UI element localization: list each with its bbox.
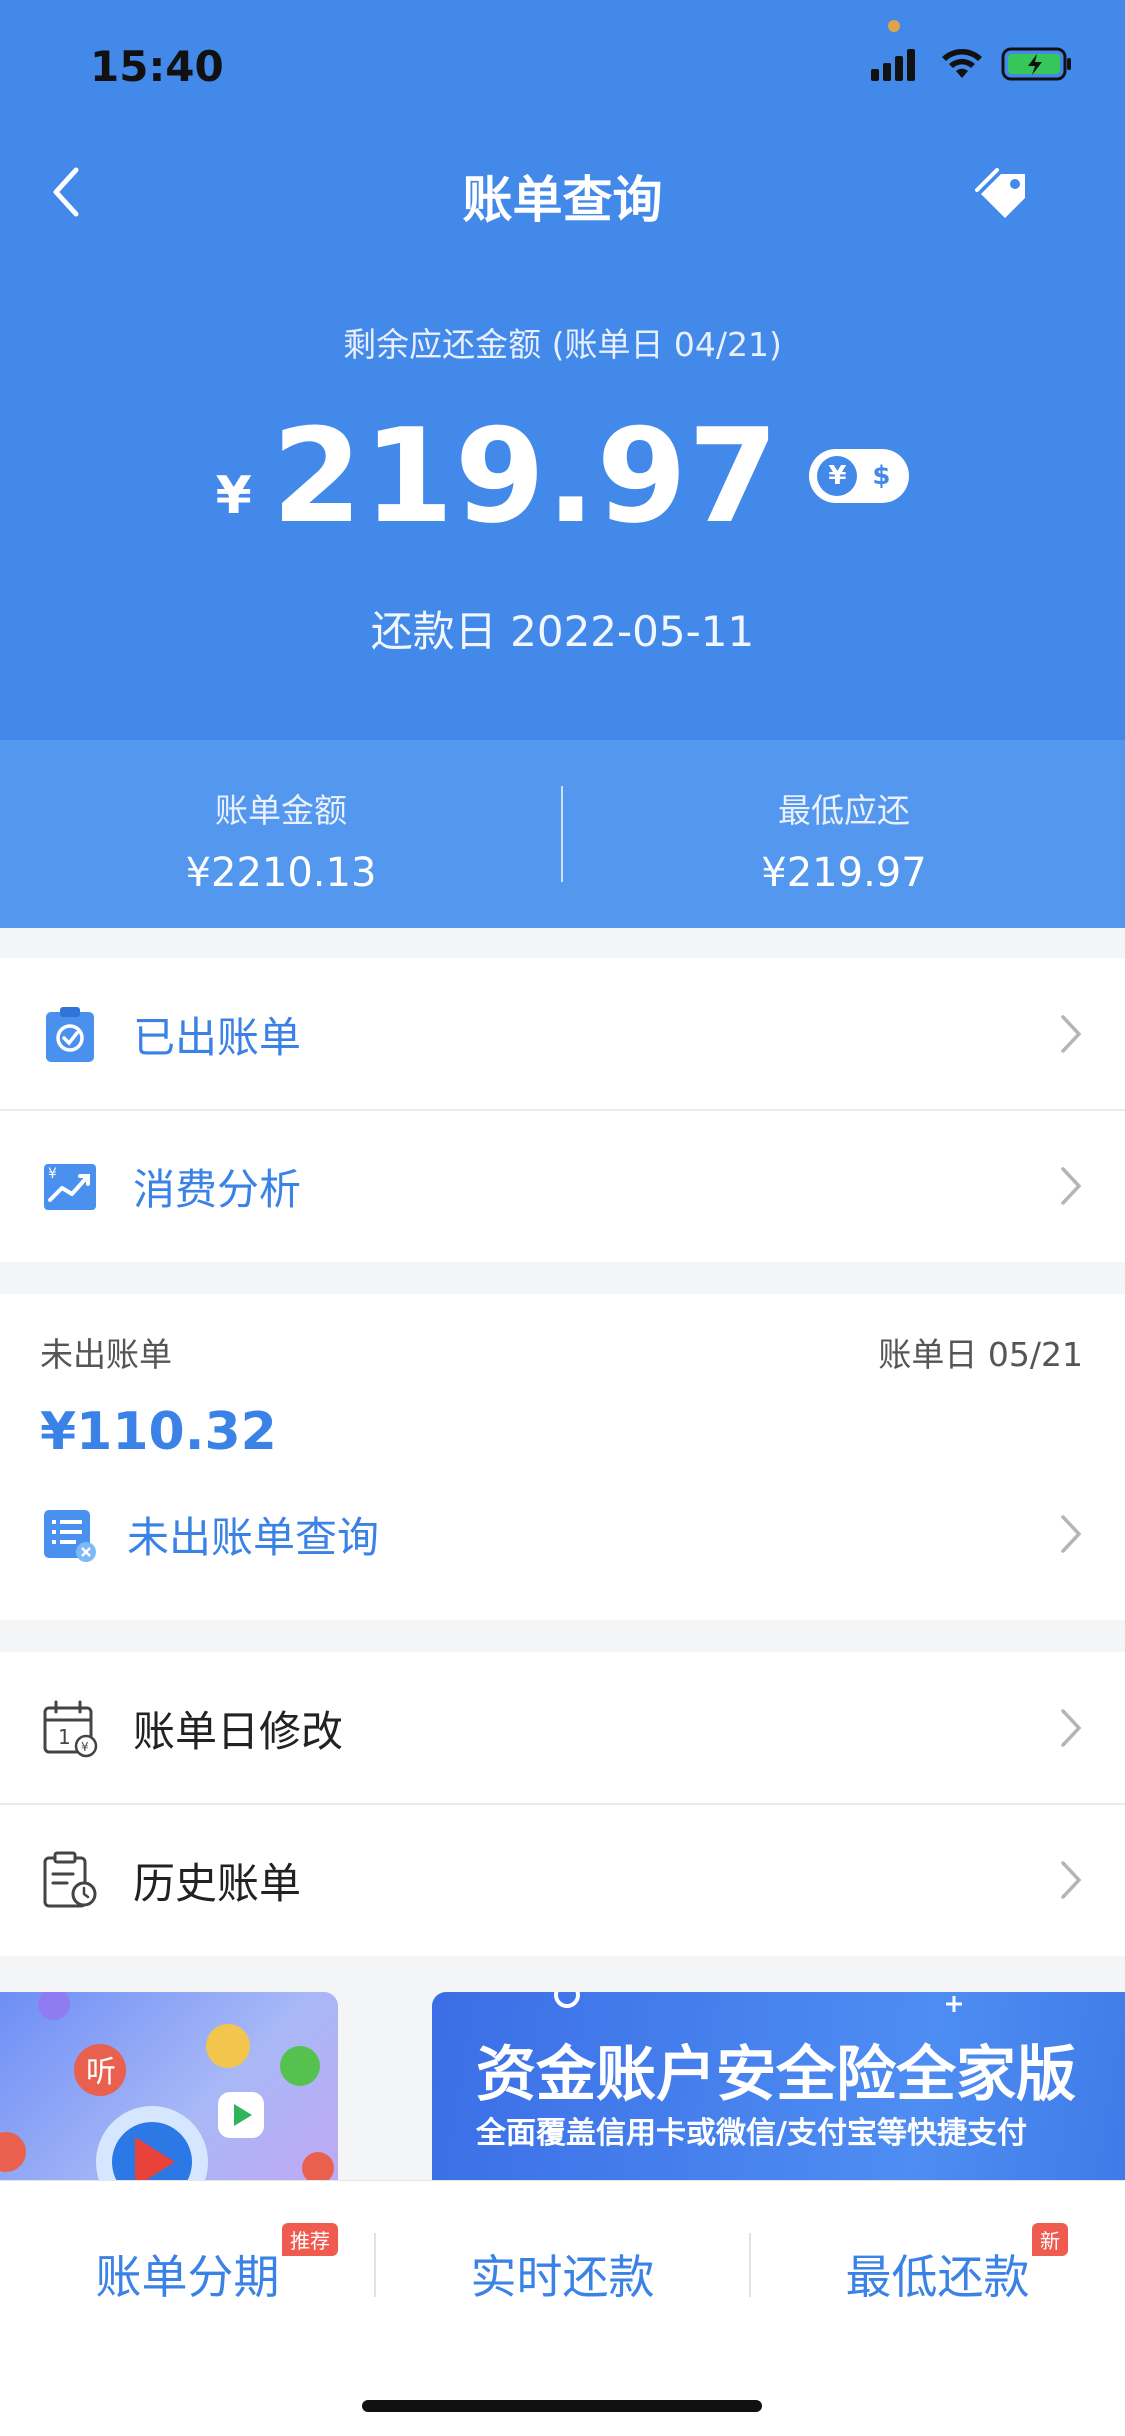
bottom-action-bar: 账单分期 推荐 实时还款 最低还款 新 (0, 2180, 1125, 2436)
app-icons-illustration: 听 (0, 1992, 334, 2182)
settings-menu-card: 1 ¥ 账单日修改 历史账单 (0, 1652, 1125, 1956)
menu-item-history[interactable]: 历史账单 (0, 1804, 1125, 1956)
svg-text:1: 1 (58, 1725, 71, 1749)
unbilled-date: 账单日 05/21 (878, 1335, 1083, 1374)
calendar-yen-icon: 1 ¥ (43, 1700, 98, 1758)
camera-dot (888, 20, 900, 32)
chevron-right-icon (1061, 1167, 1082, 1205)
svg-text:¥: ¥ (81, 1740, 89, 1754)
wifi-icon (942, 49, 982, 78)
chevron-right-icon (1061, 1515, 1082, 1553)
signal-icon (871, 49, 915, 81)
menu-item-label: 账单日修改 (133, 1706, 344, 1756)
menu-item-analysis[interactable]: ¥ 消费分析 (0, 1110, 1125, 1262)
unbilled-amount: ¥110.32 (40, 1402, 277, 1462)
status-icons (871, 46, 1073, 82)
bill-amount-label: 账单金额 (215, 791, 347, 830)
menu-item-label: 已出账单 (133, 1012, 302, 1062)
action-installment-label: 账单分期 (95, 2250, 280, 2304)
chevron-right-icon (1061, 1015, 1082, 1053)
due-date: 还款日 2022-05-11 (370, 607, 755, 656)
action-realtime-label: 实时还款 (470, 2250, 655, 2304)
min-payment-block: 最低应还 ¥219.97 (563, 740, 1125, 928)
menu-item-bill-date[interactable]: 1 ¥ 账单日修改 (0, 1652, 1125, 1804)
clipboard-clock-icon (43, 1851, 97, 1908)
promo-banner-insurance[interactable]: 资金账户安全险全家版 全面覆盖信用卡或微信/支付宝等快捷支付 (432, 1992, 1125, 2182)
new-badge: 新 (1032, 2223, 1068, 2256)
chart-trend-icon: ¥ (44, 1164, 96, 1210)
decor-circle-icon (554, 1992, 580, 2008)
summary-bar: 账单金额 ¥2210.13 最低应还 ¥219.97 (0, 740, 1125, 928)
recommend-badge: 推荐 (282, 2223, 338, 2256)
chevron-right-icon (1061, 1861, 1082, 1899)
unbilled-query-label: 未出账单查询 (127, 1512, 380, 1562)
svg-text:¥: ¥ (48, 1166, 57, 1182)
battery-icon (1001, 47, 1071, 81)
bill-amount-value: ¥2210.13 (185, 850, 377, 896)
list-document-icon (44, 1510, 96, 1562)
status-time: 15:40 (90, 42, 224, 91)
menu-item-billed[interactable]: 已出账单 (0, 958, 1125, 1110)
menu-item-label: 消费分析 (133, 1164, 302, 1214)
action-realtime-repay[interactable]: 实时还款 (375, 2241, 750, 2307)
home-indicator (362, 2400, 762, 2412)
menu-item-label: 历史账单 (133, 1858, 302, 1908)
currency-toggle[interactable]: ¥ $ (809, 449, 910, 503)
decor-plus-icon (946, 1996, 962, 2012)
unbilled-query-row[interactable]: 未出账单查询 (0, 1458, 1125, 1610)
bill-amount-block: 账单金额 ¥2210.13 (0, 740, 562, 928)
app-badge-text: 听 (86, 2055, 116, 2090)
banner-title: 资金账户安全险全家版 (476, 2040, 1076, 2110)
remaining-amount: 219.97 (271, 400, 780, 552)
page-title: 账单查询 (462, 171, 663, 229)
remaining-amount-label: 剩余应还金额 (账单日 04/21) (343, 325, 782, 364)
banner-subtitle: 全面覆盖信用卡或微信/支付宝等快捷支付 (476, 2116, 1027, 2151)
action-min-label: 最低还款 (845, 2250, 1030, 2304)
clipboard-check-icon (46, 1007, 94, 1062)
currency-symbol: ¥ (215, 466, 252, 526)
tag-icon[interactable] (975, 168, 1033, 220)
action-min-repay[interactable]: 最低还款 (750, 2241, 1125, 2307)
chevron-right-icon (1061, 1709, 1082, 1747)
unbilled-label: 未出账单 (40, 1335, 172, 1374)
bill-menu-card: 已出账单 ¥ 消费分析 (0, 958, 1125, 1262)
min-payment-label: 最低应还 (778, 791, 910, 830)
dollar-option[interactable]: $ (861, 456, 901, 496)
amount-row: ¥ 219.97 ¥ $ (0, 400, 1125, 552)
min-payment-value: ¥219.97 (761, 850, 927, 896)
promo-banner-apps[interactable]: 听 (0, 1992, 338, 2182)
yuan-option[interactable]: ¥ (817, 456, 858, 496)
